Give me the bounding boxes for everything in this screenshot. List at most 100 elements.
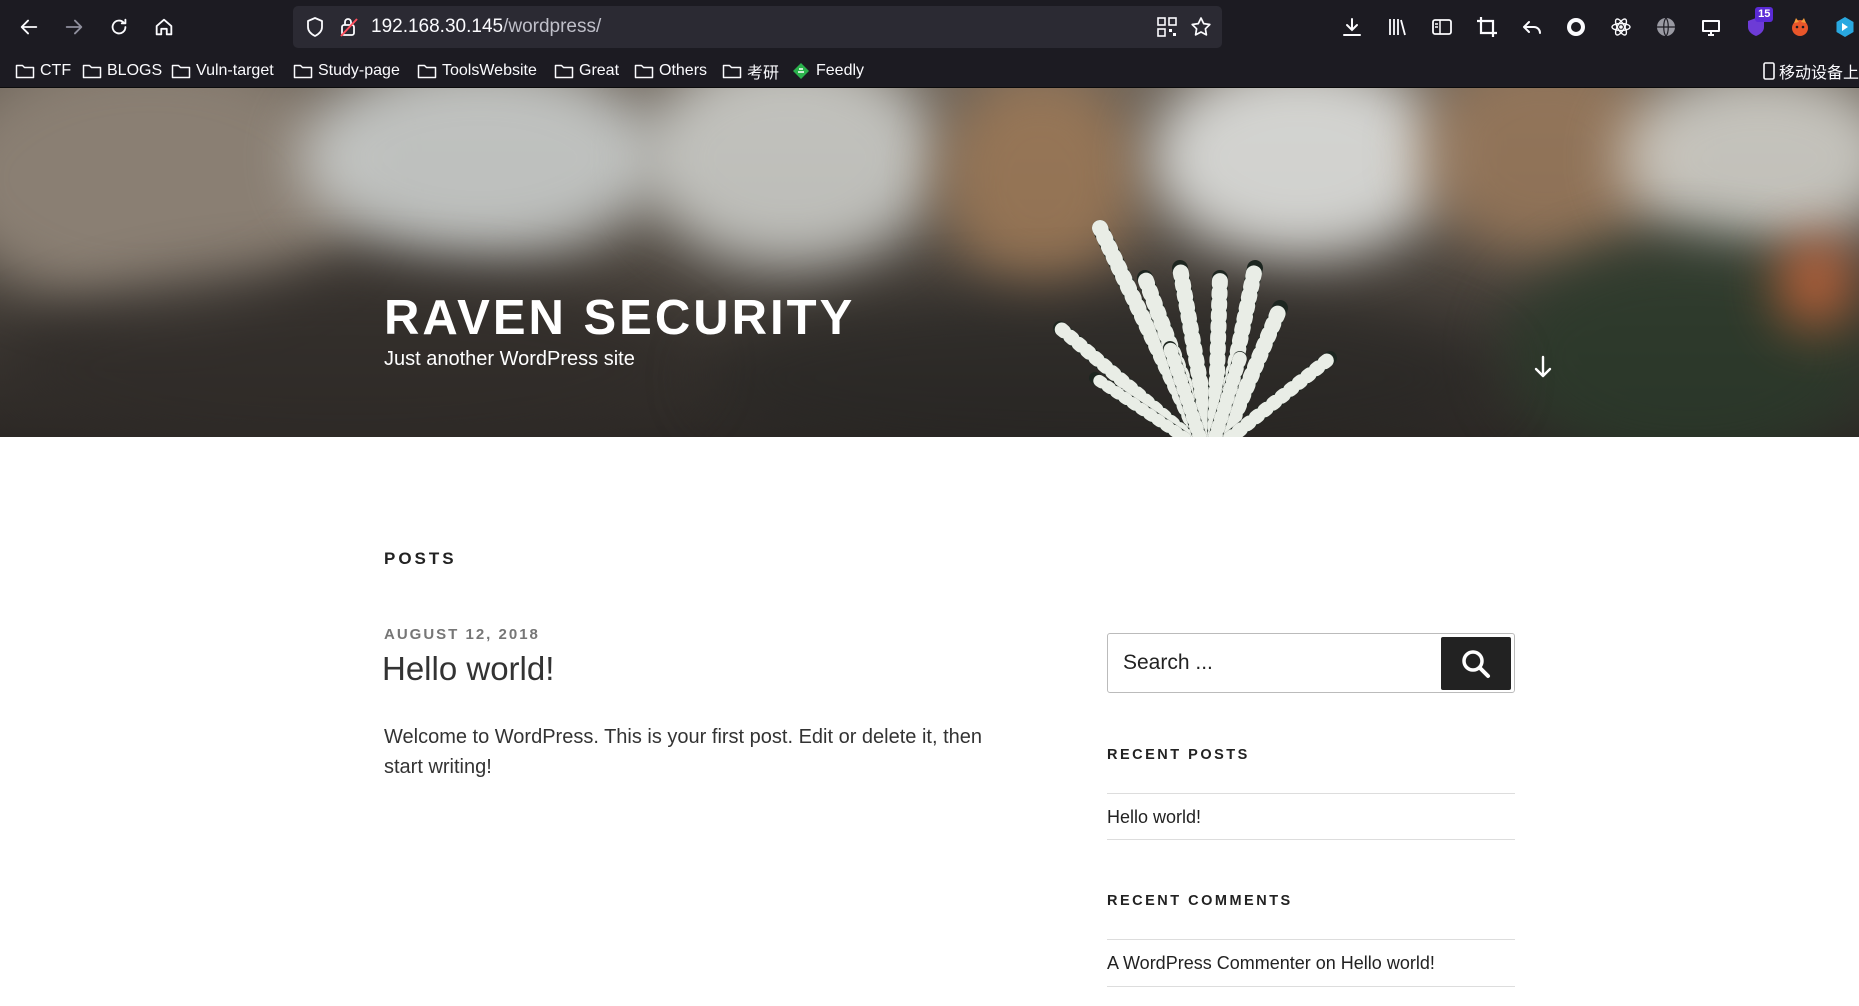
bookmark-star-icon[interactable] [1189, 15, 1213, 39]
grey-extension-button[interactable] [1644, 9, 1689, 45]
monitor-icon [1701, 20, 1720, 36]
record-icon [1567, 18, 1586, 36]
react-devtools-button[interactable] [1599, 9, 1644, 45]
mobile-bookmarks[interactable]: 移动设备上 [1762, 60, 1859, 82]
bookmarks-toolbar: CTF BLOGS Vuln-target Study-page ToolsWe… [0, 54, 1859, 88]
back-button[interactable] [11, 9, 47, 45]
forward-button[interactable] [56, 9, 92, 45]
bookmark-folder-kaoyan[interactable]: 考研 [722, 60, 779, 82]
bookmark-folder-blogs[interactable]: BLOGS [82, 60, 162, 82]
bookmark-label: Feedly [816, 62, 865, 79]
monitor-extension-button[interactable] [1688, 9, 1733, 45]
site-header-image: RAVEN SECURITY Just another WordPress si… [0, 88, 1859, 437]
home-button[interactable] [146, 9, 182, 45]
window-light-blur [300, 88, 660, 258]
library-button[interactable] [1375, 9, 1420, 45]
folder-icon [554, 64, 574, 79]
crop-extension-button[interactable] [1464, 9, 1509, 45]
widget-divider [1107, 839, 1515, 840]
bookmark-label: Vuln-target [196, 62, 274, 79]
library-icon [1389, 19, 1407, 36]
bookmark-folder-others[interactable]: Others [634, 60, 707, 82]
folder-icon [15, 64, 35, 79]
recent-comments-title: RECENT COMMENTS [1107, 893, 1293, 909]
undo-extension-button[interactable] [1509, 9, 1554, 45]
bookmark-folder-great[interactable]: Great [554, 60, 619, 82]
search-icon [1462, 649, 1490, 678]
post-title[interactable]: Hello world! [382, 650, 554, 688]
comment-connector: on [1315, 953, 1336, 973]
insecure-lock-icon[interactable] [337, 15, 361, 39]
home-icon [155, 18, 173, 36]
window-light-blur [1620, 88, 1859, 248]
succulent-plant-illustration [1053, 220, 1337, 437]
url-text[interactable]: 192.168.30.145/wordpress/ [371, 6, 601, 48]
circle-extension-button[interactable] [1554, 9, 1599, 45]
bookmark-folder-toolswebsite[interactable]: ToolsWebsite [417, 60, 537, 82]
folder-icon [293, 64, 313, 79]
flower-blur [1780, 238, 1850, 328]
url-path: /wordpress/ [503, 16, 602, 37]
reload-icon [111, 18, 127, 35]
site-description: Just another WordPress site [384, 348, 635, 370]
arrow-right-icon [65, 19, 83, 35]
hex-extension-button[interactable] [1823, 9, 1859, 45]
bookmark-label: Others [659, 62, 708, 79]
atom-icon [1611, 18, 1631, 36]
widget-divider [1107, 793, 1515, 794]
search-input[interactable] [1109, 635, 1434, 691]
bookmark-label: BLOGS [107, 62, 163, 79]
mobile-bookmarks-label: 移动设备上 [1778, 65, 1859, 82]
bookmark-label: Study-page [318, 62, 400, 79]
qr-code-icon[interactable] [1155, 15, 1179, 39]
sidebar-button[interactable] [1420, 9, 1465, 45]
widget-divider [1107, 939, 1515, 940]
bookmark-label: CTF [40, 62, 72, 79]
crop-icon [1476, 17, 1497, 37]
sidebar-icon [1432, 19, 1452, 35]
shield-icon[interactable] [303, 15, 327, 39]
search-button[interactable] [1441, 637, 1511, 690]
bookmark-folder-ctf[interactable]: CTF [15, 60, 71, 82]
site-title[interactable]: RAVEN SECURITY [384, 290, 855, 346]
browser-toolbar: 192.168.30.145/wordpress/ 15 [0, 0, 1859, 54]
posts-heading: POSTS [384, 549, 457, 568]
comment-post-link[interactable]: Hello world! [1341, 953, 1435, 973]
bookmark-folder-study-page[interactable]: Study-page [293, 60, 400, 82]
extensions-toolbar: 15 [1330, 7, 1859, 45]
post-excerpt: Welcome to WordPress. This is your first… [384, 726, 983, 778]
folder-icon [417, 64, 437, 79]
window-light-blur [640, 88, 940, 268]
folder-icon [634, 64, 654, 79]
post-date[interactable]: AUGUST 12, 2018 [384, 626, 540, 643]
widget-divider [1107, 986, 1515, 987]
arrow-down-icon[interactable] [1528, 352, 1558, 382]
globe-icon [1656, 17, 1675, 37]
bookmark-folder-vuln-target[interactable]: Vuln-target [171, 60, 274, 82]
comment-author-link[interactable]: A WordPress Commenter [1107, 953, 1311, 973]
recent-comment-item: A WordPress Commenter on Hello world! [1107, 953, 1435, 974]
url-host: 192.168.30.145 [371, 16, 504, 37]
bookmark-label: Great [579, 62, 620, 79]
folder-icon [171, 64, 191, 79]
bookmark-label: 考研 [747, 65, 780, 82]
fox-extension-button[interactable] [1778, 9, 1823, 45]
bookmark-label: ToolsWebsite [442, 62, 537, 79]
undo-icon [1522, 21, 1541, 34]
recent-posts-title: RECENT POSTS [1107, 747, 1250, 763]
folder-icon [82, 64, 102, 79]
arrow-left-icon [20, 19, 38, 35]
fox-icon [1792, 18, 1809, 36]
hexagon-icon [1836, 17, 1854, 37]
url-bar[interactable]: 192.168.30.145/wordpress/ [293, 6, 1222, 48]
folder-icon [722, 64, 742, 79]
extension-badge: 15 [1755, 7, 1774, 22]
hackbar-extension-button[interactable]: 15 [1733, 7, 1778, 45]
recent-post-link[interactable]: Hello world! [1107, 807, 1201, 828]
reload-button[interactable] [101, 9, 137, 45]
feedly-icon [793, 63, 809, 79]
downloads-button[interactable] [1330, 9, 1375, 45]
bookmark-feedly[interactable]: Feedly [791, 60, 864, 82]
download-icon [1343, 18, 1362, 36]
mobile-device-icon [1763, 62, 1775, 80]
